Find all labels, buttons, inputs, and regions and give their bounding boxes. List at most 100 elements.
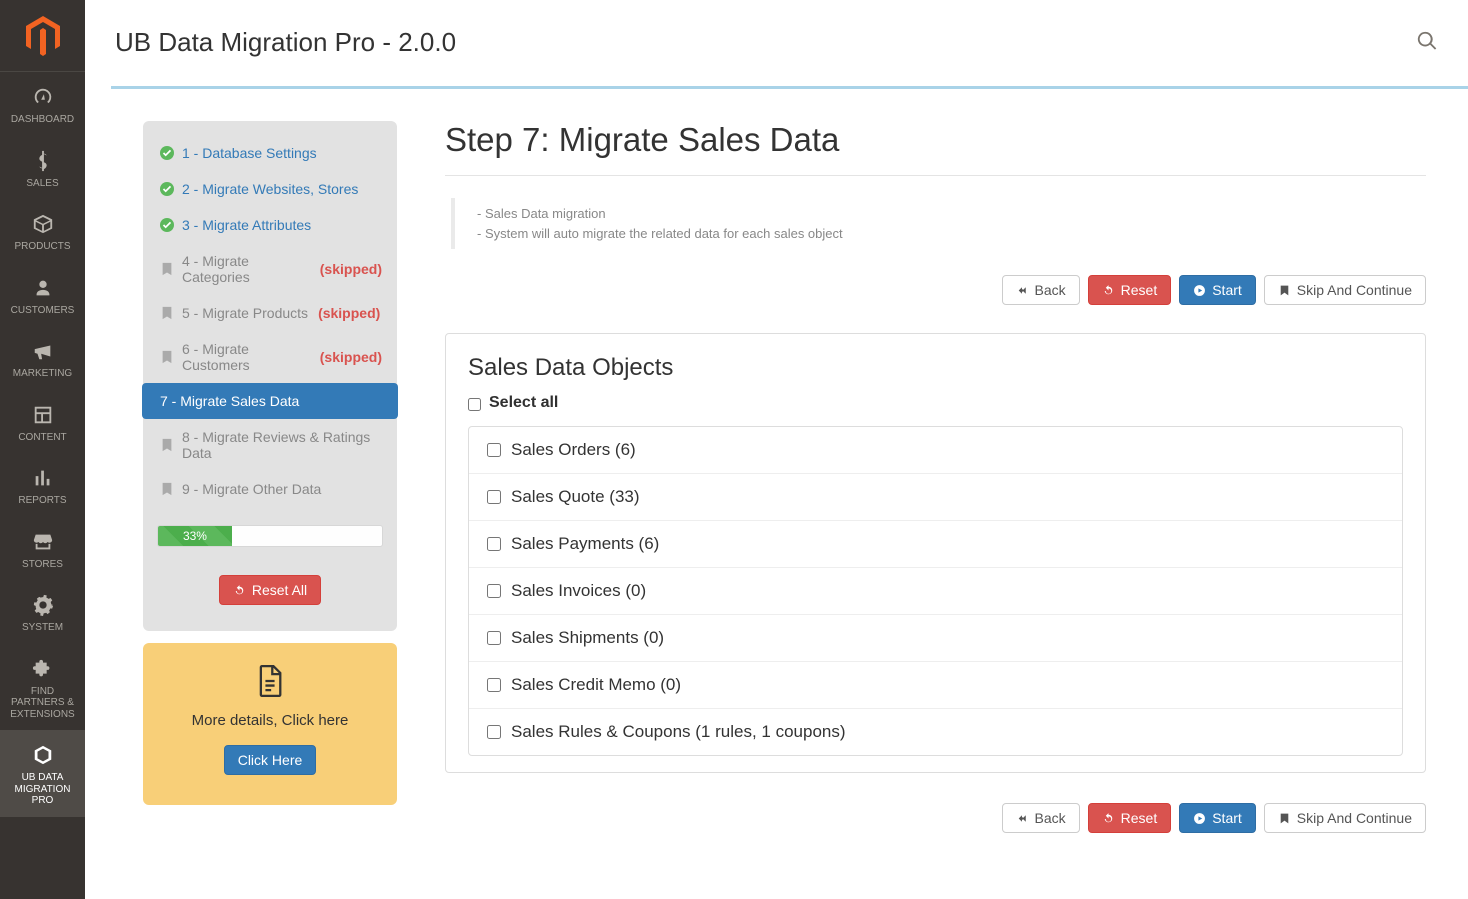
skip-label: Skip And Continue: [1297, 811, 1412, 825]
page-title: UB Data Migration Pro - 2.0.0: [115, 27, 456, 58]
nav-system[interactable]: SYSTEM: [0, 580, 85, 644]
object-row[interactable]: Sales Orders (6): [469, 427, 1402, 474]
nav-dashboard[interactable]: DASHBOARD: [0, 72, 85, 136]
nav-label: DASHBOARD: [11, 114, 74, 126]
search-icon[interactable]: [1416, 30, 1438, 55]
nav-label: FIND PARTNERS & EXTENSIONS: [4, 686, 81, 721]
main-region: UB Data Migration Pro - 2.0.0 1 - Databa…: [85, 0, 1468, 899]
object-checkbox[interactable]: [487, 443, 501, 457]
object-label: Sales Invoices (0): [511, 581, 646, 601]
nav-label: PRODUCTS: [14, 241, 70, 253]
object-row[interactable]: Sales Shipments (0): [469, 615, 1402, 662]
step-item-5[interactable]: 5 - Migrate Products (skipped): [142, 295, 398, 331]
start-label: Start: [1212, 811, 1242, 825]
skip-button[interactable]: Skip And Continue: [1264, 803, 1426, 833]
check-icon: [160, 146, 174, 160]
step-item-4[interactable]: 4 - Migrate Categories (skipped): [142, 243, 398, 295]
object-row[interactable]: Sales Payments (6): [469, 521, 1402, 568]
back-button[interactable]: Back: [1002, 803, 1080, 833]
reset-all-label: Reset All: [252, 583, 307, 597]
document-icon: [256, 684, 284, 700]
object-row[interactable]: Sales Rules & Coupons (1 rules, 1 coupon…: [469, 709, 1402, 755]
nav-label: REPORTS: [18, 495, 66, 507]
gear-icon: [30, 592, 56, 618]
object-label: Sales Payments (6): [511, 534, 659, 554]
object-checkbox[interactable]: [487, 537, 501, 551]
admin-sidebar: DASHBOARD SALES PRODUCTS CUSTOMERS MARKE…: [0, 0, 85, 899]
magento-logo[interactable]: [0, 0, 85, 72]
step-label: 1 - Database Settings: [182, 145, 317, 161]
start-button[interactable]: Start: [1179, 275, 1256, 305]
step-label: 4 - Migrate Categories: [182, 253, 310, 285]
panel-title: Sales Data Objects: [468, 354, 1403, 382]
bookmark-icon: [160, 438, 174, 452]
nav-label: SALES: [26, 178, 58, 190]
nav-marketing[interactable]: MARKETING: [0, 326, 85, 390]
step-item-2[interactable]: 2 - Migrate Websites, Stores: [142, 171, 398, 207]
reset-button[interactable]: Reset: [1088, 803, 1172, 833]
object-checkbox[interactable]: [487, 678, 501, 692]
box-icon: [30, 211, 56, 237]
start-button[interactable]: Start: [1179, 803, 1256, 833]
object-checkbox[interactable]: [487, 725, 501, 739]
bookmark-icon: [160, 482, 174, 496]
back-label: Back: [1035, 283, 1066, 297]
object-row[interactable]: Sales Quote (33): [469, 474, 1402, 521]
object-row[interactable]: Sales Invoices (0): [469, 568, 1402, 615]
nav-label: CUSTOMERS: [11, 305, 75, 317]
reset-label: Reset: [1121, 283, 1158, 297]
nav-stores[interactable]: STORES: [0, 517, 85, 581]
nav-products[interactable]: PRODUCTS: [0, 199, 85, 263]
nav-reports[interactable]: REPORTS: [0, 453, 85, 517]
step-label: 8 - Migrate Reviews & Ratings Data: [182, 429, 382, 461]
step-label: 9 - Migrate Other Data: [182, 481, 321, 497]
note-line: - Sales Data migration: [477, 204, 1426, 224]
topbar: UB Data Migration Pro - 2.0.0: [85, 0, 1468, 86]
step-item-7[interactable]: 7 - Migrate Sales Data: [142, 383, 398, 419]
start-label: Start: [1212, 283, 1242, 297]
layout-icon: [30, 402, 56, 428]
nav-sales[interactable]: SALES: [0, 136, 85, 200]
step-label: 3 - Migrate Attributes: [182, 217, 311, 233]
nav-label: SYSTEM: [22, 622, 63, 634]
hexagon-icon: [30, 742, 56, 768]
object-label: Sales Orders (6): [511, 440, 636, 460]
object-row[interactable]: Sales Credit Memo (0): [469, 662, 1402, 709]
check-icon: [160, 182, 174, 196]
puzzle-icon: [30, 656, 56, 682]
gauge-icon: [30, 84, 56, 110]
object-label: Sales Credit Memo (0): [511, 675, 681, 695]
step-label: 6 - Migrate Customers: [182, 341, 310, 373]
select-all-label: Select all: [489, 394, 558, 412]
step-item-6[interactable]: 6 - Migrate Customers (skipped): [142, 331, 398, 383]
reset-button[interactable]: Reset: [1088, 275, 1172, 305]
button-row-bottom: Back Reset Start Skip And Continue: [445, 803, 1426, 833]
nav-partners[interactable]: FIND PARTNERS & EXTENSIONS: [0, 644, 85, 731]
nav-ub-migration[interactable]: UB DATA MIGRATION PRO: [0, 730, 85, 817]
store-icon: [30, 529, 56, 555]
object-checkbox[interactable]: [487, 631, 501, 645]
reset-label: Reset: [1121, 811, 1158, 825]
megaphone-icon: [30, 338, 56, 364]
object-checkbox[interactable]: [487, 490, 501, 504]
step-item-8[interactable]: 8 - Migrate Reviews & Ratings Data: [142, 419, 398, 471]
steps-panel: 1 - Database Settings 2 - Migrate Website…: [143, 121, 397, 805]
step-item-9[interactable]: 9 - Migrate Other Data: [142, 471, 398, 507]
select-all-checkbox[interactable]: [468, 398, 481, 411]
skip-button[interactable]: Skip And Continue: [1264, 275, 1426, 305]
reset-all-button[interactable]: Reset All: [219, 575, 321, 605]
details-button[interactable]: Click Here: [224, 745, 317, 775]
object-checkbox[interactable]: [487, 584, 501, 598]
bookmark-icon: [160, 306, 174, 320]
nav-customers[interactable]: CUSTOMERS: [0, 263, 85, 327]
step-item-1[interactable]: 1 - Database Settings: [142, 135, 398, 171]
note-line: - System will auto migrate the related d…: [477, 224, 1426, 244]
select-all-row[interactable]: Select all: [468, 394, 1403, 412]
object-list: Sales Orders (6) Sales Quote (33) Sales Pa…: [468, 426, 1403, 756]
step-label: 5 - Migrate Products: [182, 305, 308, 321]
details-text: More details, Click here: [157, 712, 383, 729]
step-item-3[interactable]: 3 - Migrate Attributes: [142, 207, 398, 243]
details-button-label: Click Here: [238, 753, 303, 767]
back-button[interactable]: Back: [1002, 275, 1080, 305]
nav-content[interactable]: CONTENT: [0, 390, 85, 454]
